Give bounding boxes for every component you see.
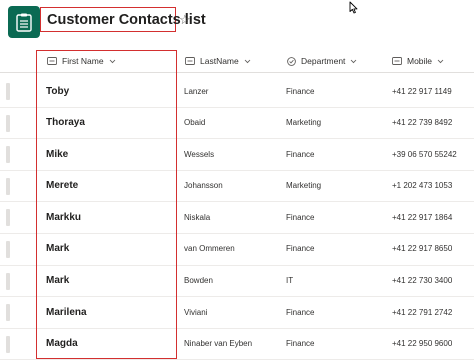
table-row[interactable]: Thoraya Obaid Marketing +41 22 739 8492	[0, 108, 474, 140]
last-name-cell: Johansson	[184, 181, 223, 191]
last-name-cell: Niskala	[184, 212, 211, 222]
column-header-label: Department	[301, 56, 346, 66]
mobile-cell: +41 22 917 1149	[392, 86, 452, 96]
row-select-handle[interactable]	[6, 304, 10, 322]
table-row[interactable]: Markku Niskala Finance +41 22 917 1864	[0, 202, 474, 234]
row-select-handle[interactable]	[6, 177, 10, 195]
last-name-cell: Lanzer	[184, 86, 209, 96]
choice-field-icon	[287, 56, 296, 66]
row-select-handle[interactable]	[6, 240, 10, 258]
row-select-handle[interactable]	[6, 114, 10, 132]
row-select-handle[interactable]	[6, 272, 10, 290]
department-cell: IT	[286, 276, 294, 286]
last-name-cell: Ninaber van Eyben	[184, 339, 253, 349]
list-app-icon[interactable]	[8, 6, 40, 38]
mobile-cell: +1 202 473 1053	[392, 181, 453, 191]
first-name-cell[interactable]: Mike	[46, 139, 68, 169]
table-row[interactable]: Toby Lanzer Finance +41 22 917 1149	[0, 76, 474, 108]
department-cell: Finance	[286, 339, 315, 349]
first-name-cell[interactable]: Mark	[46, 266, 69, 296]
first-name-cell[interactable]: Merete	[46, 171, 78, 201]
column-header-row: First Name LastName Department Mobile	[0, 50, 474, 73]
last-name-cell: Obaid	[184, 118, 206, 128]
chevron-down-icon[interactable]	[244, 59, 251, 64]
last-name-cell: van Ommeren	[184, 244, 235, 254]
title-highlight: Customer Contacts list	[40, 7, 206, 32]
mobile-cell: +41 22 917 1864	[392, 212, 453, 222]
column-header-department[interactable]: Department	[287, 50, 357, 72]
last-name-cell: Bowden	[184, 276, 213, 286]
mobile-cell: +41 22 739 8492	[392, 118, 453, 128]
column-header-label: LastName	[200, 56, 239, 66]
first-name-cell[interactable]: Mark	[46, 234, 69, 264]
table-row[interactable]: Marilena Viviani Finance +41 22 791 2742	[0, 297, 474, 329]
table-row[interactable]: Mark van Ommeren Finance +41 22 917 8650	[0, 234, 474, 266]
column-header-label: First Name	[62, 56, 104, 66]
column-header-last-name[interactable]: LastName	[185, 50, 251, 72]
row-select-handle[interactable]	[6, 83, 10, 100]
department-cell: Finance	[286, 149, 315, 159]
mobile-cell: +41 22 950 9600	[392, 339, 453, 349]
first-name-cell[interactable]: Magda	[46, 329, 78, 359]
list-view: Customer Contacts list ☆ First Name Last…	[0, 0, 474, 361]
table-row[interactable]: Magda Ninaber van Eyben Finance +41 22 9…	[0, 329, 474, 361]
mouse-pointer-icon	[349, 1, 358, 19]
star-outline-icon[interactable]: ☆	[179, 12, 191, 28]
first-name-cell[interactable]: Markku	[46, 202, 81, 232]
table-row[interactable]: Merete Johansson Marketing +1 202 473 10…	[0, 171, 474, 203]
department-cell: Marketing	[286, 118, 322, 128]
column-header-mobile[interactable]: Mobile	[392, 50, 444, 72]
table-row[interactable]: Mark Bowden IT +41 22 730 3400	[0, 266, 474, 298]
column-header-label: Mobile	[407, 56, 433, 66]
table-row[interactable]: Mike Wessels Finance +39 06 570 55242	[0, 139, 474, 171]
mobile-cell: +41 22 917 8650	[392, 244, 453, 254]
mobile-cell: +39 06 570 55242	[392, 149, 457, 159]
department-cell: Finance	[286, 86, 315, 96]
department-cell: Marketing	[286, 181, 322, 191]
row-select-handle[interactable]	[6, 209, 10, 227]
last-name-cell: Wessels	[184, 149, 215, 159]
department-cell: Finance	[286, 212, 315, 222]
chevron-down-icon[interactable]	[350, 59, 357, 64]
row-select-handle[interactable]	[6, 146, 10, 164]
text-field-icon	[185, 57, 195, 65]
department-cell: Finance	[286, 307, 315, 317]
chevron-down-icon[interactable]	[109, 59, 116, 64]
first-name-cell[interactable]: Marilena	[46, 297, 87, 327]
column-header-first-name[interactable]: First Name	[47, 50, 116, 72]
chevron-down-icon[interactable]	[437, 59, 444, 64]
table-body: Toby Lanzer Finance +41 22 917 1149 Thor…	[0, 76, 474, 361]
last-name-cell: Viviani	[184, 307, 208, 317]
text-field-icon	[47, 57, 57, 65]
first-name-cell[interactable]: Toby	[46, 76, 69, 106]
mobile-cell: +41 22 791 2742	[392, 307, 453, 317]
department-cell: Finance	[286, 244, 315, 254]
mobile-cell: +41 22 730 3400	[392, 276, 453, 286]
first-name-cell[interactable]: Thoraya	[46, 108, 85, 138]
row-select-handle[interactable]	[6, 335, 10, 353]
text-field-icon	[392, 57, 402, 65]
